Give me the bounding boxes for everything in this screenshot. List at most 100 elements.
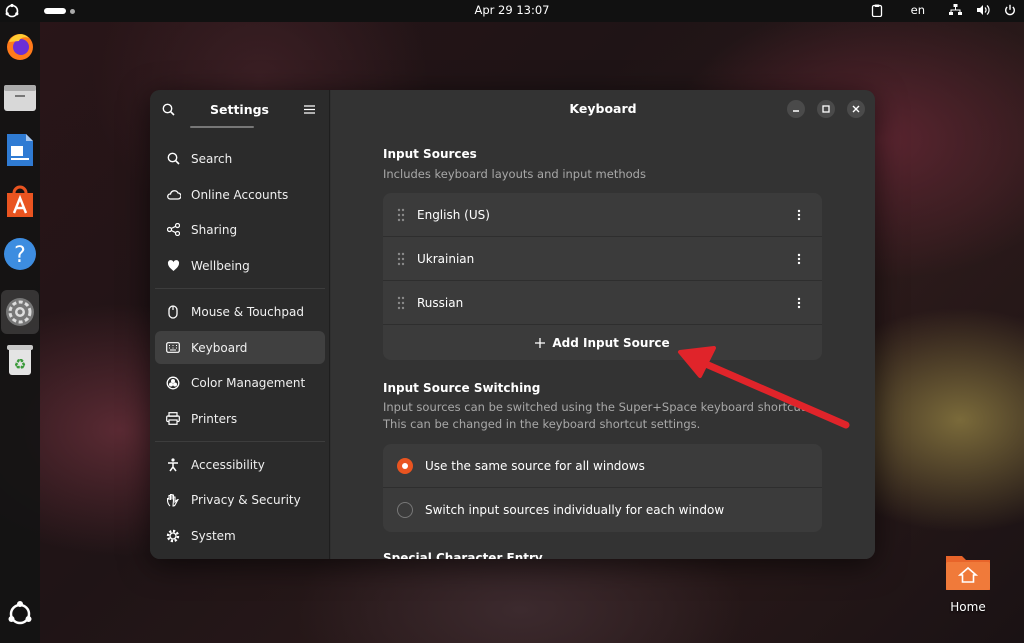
firefox-launcher[interactable] [2, 28, 38, 64]
sidebar-item-label: Keyboard [191, 340, 248, 355]
switching-title: Input Source Switching [383, 381, 541, 395]
writer-icon [7, 134, 33, 166]
minimize-icon [793, 110, 799, 112]
show-apps-button[interactable] [2, 596, 38, 632]
show-apps-icon [8, 601, 32, 625]
kebab-menu-icon[interactable] [796, 251, 802, 267]
special-character-entry-title: Special Character Entry [383, 551, 543, 559]
sidebar-separator [155, 441, 325, 442]
drag-handle-icon[interactable] [397, 208, 405, 222]
trash-icon: ♻ [7, 345, 33, 375]
kebab-menu-icon[interactable] [796, 207, 802, 223]
settings-launcher[interactable] [1, 290, 39, 334]
content-header: Keyboard [331, 90, 875, 128]
help-icon: ? [4, 238, 36, 270]
sidebar-item-keyboard[interactable]: Keyboard [155, 331, 325, 364]
input-source-label: Russian [417, 295, 464, 310]
maximize-icon [822, 105, 830, 113]
input-source-row[interactable]: Ukrainian [383, 237, 822, 281]
sidebar-item-label: Mouse & Touchpad [191, 304, 304, 319]
help-launcher[interactable]: ? [2, 236, 38, 272]
sidebar-item-label: Search [191, 151, 233, 166]
sidebar-item-privacy-security[interactable]: Privacy & Security [155, 483, 325, 516]
app-center-icon [7, 185, 33, 217]
network-icon[interactable] [949, 4, 962, 16]
wellbeing-icon [165, 258, 181, 274]
search-icon [165, 151, 181, 167]
sidebar-item-printers[interactable]: Printers [155, 402, 325, 435]
drag-handle-icon[interactable] [397, 252, 405, 266]
drag-handle-icon[interactable] [397, 296, 405, 310]
settings-gear-icon [6, 298, 34, 326]
writer-launcher[interactable] [2, 132, 38, 168]
share-icon [165, 222, 181, 238]
system-tray[interactable]: en [871, 3, 1016, 17]
svg-text:?: ? [14, 243, 26, 268]
clipboard-icon[interactable] [871, 4, 883, 17]
option-label: Use the same source for all windows [425, 458, 645, 473]
settings-content: Keyboard Input Sources Includes keyboard… [331, 90, 875, 559]
input-sources-description: Includes keyboard layouts and input meth… [383, 167, 646, 181]
minimize-button[interactable] [787, 100, 805, 118]
sidebar-item-mouse-touchpad[interactable]: Mouse & Touchpad [155, 295, 325, 328]
sidebar-item-label: Wellbeing [191, 258, 250, 273]
sidebar-item-label: Accessibility [191, 457, 265, 472]
input-source-row[interactable]: Russian [383, 281, 822, 325]
search-icon[interactable] [162, 103, 175, 116]
input-sources-title: Input Sources [383, 147, 477, 161]
switching-option-per-window[interactable]: Switch input sources individually for ea… [383, 488, 822, 532]
input-source-row[interactable]: English (US) [383, 193, 822, 237]
close-button[interactable] [847, 100, 865, 118]
sidebar-item-online-accounts[interactable]: Online Accounts [155, 178, 325, 211]
sidebar-item-color-management[interactable]: Color Management [155, 366, 325, 399]
option-label: Switch input sources individually for ea… [425, 503, 725, 517]
settings-window: Settings Search Online Accounts Sharing … [150, 90, 875, 559]
sidebar-item-label: Privacy & Security [191, 492, 301, 507]
printer-icon [165, 411, 181, 427]
clipped-item-fragment [190, 126, 254, 128]
keyboard-language-indicator[interactable]: en [911, 3, 925, 17]
kebab-menu-icon[interactable] [796, 295, 802, 311]
radio-selected[interactable] [397, 458, 413, 474]
maximize-button[interactable] [817, 100, 835, 118]
add-input-source-label: Add Input Source [552, 335, 670, 350]
cloud-icon [165, 187, 181, 203]
switching-options: Use the same source for all windows Swit… [383, 444, 822, 532]
files-icon [4, 85, 36, 111]
sidebar-item-accessibility[interactable]: Accessibility [155, 448, 325, 481]
input-source-label: Ukrainian [417, 251, 475, 266]
power-icon[interactable] [1004, 4, 1016, 16]
keyboard-icon [165, 340, 181, 356]
sidebar-item-label: Sharing [191, 222, 238, 237]
home-folder-label: Home [950, 600, 986, 614]
sidebar-item-label: Printers [191, 411, 238, 426]
hand-icon [165, 492, 181, 508]
volume-icon[interactable] [976, 4, 990, 16]
clipped-previous-item [190, 123, 270, 128]
sidebar-item-search[interactable]: Search [155, 142, 325, 175]
sidebar-item-wellbeing[interactable]: Wellbeing [155, 249, 325, 282]
sidebar-item-label: System [191, 528, 236, 543]
home-folder-icon [946, 556, 990, 590]
accessibility-icon [165, 457, 181, 473]
radio-unselected[interactable] [397, 502, 413, 518]
color-icon [165, 375, 181, 391]
sidebar-item-system[interactable]: System [155, 519, 325, 552]
files-launcher[interactable] [2, 80, 38, 116]
desktop-home-folder[interactable]: Home [940, 552, 996, 614]
dock: ? ♻ [0, 22, 40, 643]
close-icon [852, 105, 860, 113]
input-source-label: English (US) [417, 207, 490, 222]
annotation-arrow [678, 346, 850, 429]
settings-sidebar: Settings Search Online Accounts Sharing … [150, 90, 330, 559]
top-bar: Apr 29 13:07 en [0, 0, 1024, 22]
gear-icon [165, 528, 181, 544]
sidebar-item-sharing[interactable]: Sharing [155, 213, 325, 246]
hamburger-menu-icon[interactable] [303, 104, 315, 114]
page-title: Keyboard [569, 101, 637, 116]
switching-option-same-source[interactable]: Use the same source for all windows [383, 444, 822, 488]
sidebar-item-label: Color Management [191, 375, 306, 390]
app-center-launcher[interactable] [2, 184, 38, 220]
sidebar-item-label: Online Accounts [191, 187, 289, 202]
trash-launcher[interactable]: ♻ [2, 342, 38, 378]
